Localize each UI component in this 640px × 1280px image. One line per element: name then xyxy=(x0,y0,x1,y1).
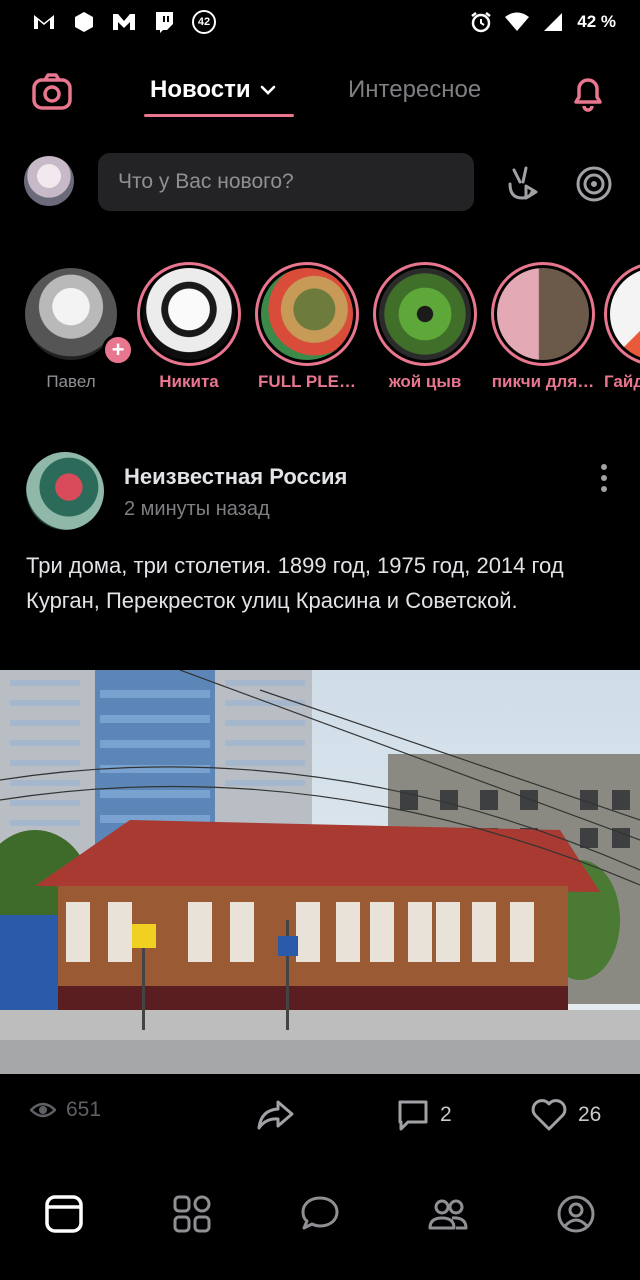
nav-friends[interactable] xyxy=(426,1192,470,1236)
story-name: Гайд xyxy=(604,372,640,391)
wifi-icon xyxy=(505,10,530,34)
user-avatar[interactable] xyxy=(24,156,74,206)
post-author-avatar[interactable] xyxy=(26,452,104,530)
status-bar-left: 42 xyxy=(32,10,216,34)
share-icon xyxy=(257,1100,294,1130)
nav-profile[interactable] xyxy=(554,1192,598,1236)
tab-interesting[interactable]: Интересное xyxy=(348,76,481,104)
clips-icon xyxy=(508,166,538,200)
post-text: Три дома, три столетия. 1899 год, 1975 г… xyxy=(26,548,616,618)
story-item[interactable]: жой цыв xyxy=(370,262,480,392)
chevron-down-icon xyxy=(260,85,275,95)
chat-icon xyxy=(301,1196,339,1230)
whats-new-input[interactable]: Что у Вас нового? xyxy=(98,153,474,211)
heart-icon xyxy=(531,1099,567,1131)
comment-icon xyxy=(398,1100,428,1131)
post-actions: 651 2 26 xyxy=(0,1090,640,1140)
share-button[interactable] xyxy=(256,1098,296,1132)
nav-news[interactable] xyxy=(42,1192,86,1236)
story-name: Павел xyxy=(46,372,96,391)
more-dot-icon xyxy=(601,464,607,470)
notification-count-icon: 42 xyxy=(192,10,216,34)
story-ring xyxy=(255,262,359,366)
story-ring xyxy=(137,262,241,366)
more-dot-icon xyxy=(601,475,607,481)
story-avatar xyxy=(261,268,353,360)
add-story-button[interactable]: + xyxy=(102,334,134,366)
story-ring xyxy=(491,262,595,366)
nav-messages[interactable] xyxy=(298,1192,342,1236)
signal-icon xyxy=(541,10,565,34)
nav-services[interactable] xyxy=(170,1192,214,1236)
target-button[interactable] xyxy=(572,162,616,206)
post-photo[interactable] xyxy=(0,670,640,1074)
post-composer: Что у Вас нового? xyxy=(0,150,640,216)
comments-count: 2 xyxy=(440,1103,452,1126)
newsfeed-icon xyxy=(45,1195,83,1233)
notifications-button[interactable] xyxy=(566,70,610,114)
battery-level: 42 % xyxy=(577,12,616,31)
story-avatar xyxy=(610,268,640,360)
story-ring xyxy=(373,262,477,366)
post-text-line: Три дома, три столетия. 1899 год, 1975 г… xyxy=(26,553,564,578)
services-grid-icon xyxy=(173,1195,211,1233)
story-avatar xyxy=(379,268,471,360)
tab-news[interactable]: Новости xyxy=(150,76,277,104)
story-name: Никита xyxy=(159,372,219,391)
story-item[interactable]: Гайд xyxy=(604,262,640,392)
story-name: FULL PLE… xyxy=(258,372,356,391)
likes-count: 26 xyxy=(578,1103,602,1126)
story-item[interactable]: Никита xyxy=(134,262,244,392)
story-name: жой цыв xyxy=(388,372,462,391)
story-item[interactable]: FULL PLE… xyxy=(252,262,362,392)
more-dot-icon xyxy=(601,486,607,492)
top-navigation: Новости Интересное xyxy=(0,58,640,122)
camera-icon xyxy=(32,73,72,110)
clips-button[interactable] xyxy=(500,162,544,206)
views-count: 651 xyxy=(66,1098,102,1121)
views-counter: 651 xyxy=(30,1098,101,1122)
street-photo xyxy=(0,670,640,1074)
story-avatar xyxy=(143,268,235,360)
tab-news-label: Новости xyxy=(150,76,251,103)
active-tab-indicator xyxy=(144,114,294,117)
post-timestamp: 2 минуты назад xyxy=(124,498,270,520)
story-ring xyxy=(604,262,640,366)
more-options-button[interactable] xyxy=(588,458,620,498)
story-item[interactable]: пикчи для… xyxy=(488,262,598,392)
post-header: Неизвестная Россия 2 минуты назад xyxy=(0,450,640,534)
hexagon-app-icon xyxy=(72,10,96,34)
target-icon xyxy=(576,166,612,202)
comments-button[interactable]: 2 xyxy=(396,1098,452,1132)
stories-row: + Павел Никита FULL PLE… жой цыв пикчи д… xyxy=(0,262,640,412)
alarm-icon xyxy=(469,10,493,34)
status-bar-right: 42 % xyxy=(469,10,616,34)
profile-icon xyxy=(557,1195,595,1233)
m-app-icon xyxy=(112,10,136,34)
post-text-line: Курган, Перекресток улиц Красина и Совет… xyxy=(26,588,518,613)
friends-icon xyxy=(428,1199,468,1230)
camera-button[interactable] xyxy=(30,70,74,114)
story-avatar xyxy=(497,268,589,360)
gmail-icon xyxy=(32,10,56,34)
bell-icon xyxy=(574,78,602,112)
twitch-icon xyxy=(152,10,176,34)
eye-icon xyxy=(30,1102,56,1118)
post-author-name[interactable]: Неизвестная Россия xyxy=(124,464,347,490)
bottom-navigation xyxy=(0,1182,640,1252)
story-own[interactable]: + Павел xyxy=(16,262,134,392)
status-bar: 42 42 % xyxy=(0,0,640,44)
story-name: пикчи для… xyxy=(491,372,595,391)
like-button[interactable]: 26 xyxy=(530,1098,601,1132)
